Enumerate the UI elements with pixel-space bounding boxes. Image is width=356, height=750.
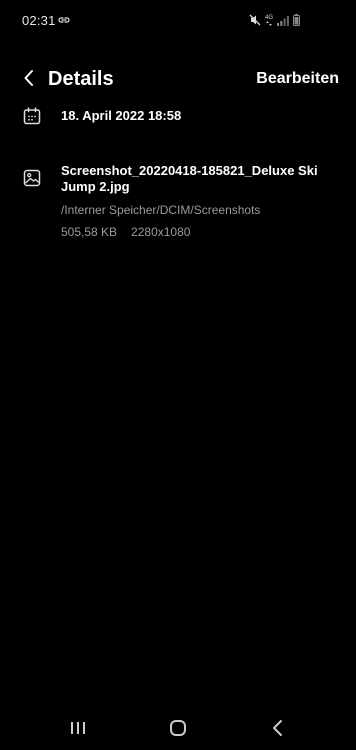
calendar-icon [23,107,41,125]
signal-icon [277,15,289,26]
status-indicators: 4G [249,12,300,28]
edit-button[interactable]: Bearbeiten [256,68,339,90]
date-row: 18. April 2022 18:58 [0,107,356,127]
image-resolution: 2280x1080 [131,225,191,239]
file-info-row: Screenshot_20220418-185821_Deluxe Ski Ju… [0,163,356,243]
file-name: Screenshot_20220418-185821_Deluxe Ski Ju… [61,163,318,194]
data-arrows-icon [265,20,272,26]
link-icon [58,17,70,23]
image-icon [23,169,41,187]
file-meta: 505,58 KB 2280x1080 [61,224,190,240]
mute-icon [249,14,261,26]
recent-apps-icon[interactable] [66,716,90,740]
back-nav-icon[interactable] [266,716,290,740]
file-path: /Interner Speicher/DCIM/Screenshots [61,203,261,217]
battery-icon [293,14,300,26]
back-arrow-icon[interactable] [18,66,42,90]
home-icon[interactable] [166,716,190,740]
file-size: 505,58 KB [61,225,118,239]
network-type: 4G [265,15,273,26]
status-time: 02:31 [22,13,56,28]
app-header: Details Bearbeiten [0,58,356,98]
date-time-text: 18. April 2022 18:58 [61,108,182,123]
page-title: Details [48,68,114,90]
status-bar: 02:31 4G [0,0,356,40]
navigation-bar [0,704,356,750]
